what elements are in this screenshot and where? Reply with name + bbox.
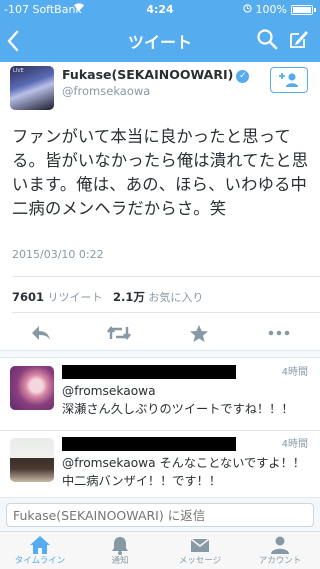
tab-timeline[interactable]: タイムライン bbox=[0, 532, 80, 569]
status-right: 100% bbox=[242, 3, 316, 16]
bell-icon bbox=[112, 537, 128, 555]
avatar[interactable] bbox=[10, 366, 54, 410]
alarm-icon bbox=[242, 3, 252, 16]
reply-text: @fromsekaowa 深瀬さん久しぶりのツイートですね！！！ bbox=[62, 384, 294, 416]
tab-messages[interactable]: メッセージ bbox=[160, 532, 240, 569]
tab-label: アカウント bbox=[258, 556, 302, 566]
person-icon bbox=[271, 536, 289, 554]
nav-bar: ツイート bbox=[0, 20, 320, 62]
list-item[interactable]: 4時間 @fromsekaowa 深瀬さん久しぶりのツイートですね！！！ bbox=[0, 360, 320, 430]
search-icon[interactable] bbox=[256, 28, 280, 52]
retweet-count: 7601 bbox=[12, 290, 45, 304]
divider bbox=[12, 312, 320, 313]
tab-label: 通知 bbox=[111, 556, 129, 566]
retweet-label: リツイート bbox=[47, 291, 103, 304]
verified-icon: ✓ bbox=[236, 70, 250, 83]
author-handle: @fromsekaowa bbox=[62, 84, 151, 98]
reply-bar bbox=[0, 497, 320, 531]
retweet-icon[interactable] bbox=[106, 324, 132, 348]
home-icon bbox=[30, 536, 50, 554]
favorite-count: 2.1万 bbox=[113, 290, 145, 304]
more-icon[interactable] bbox=[266, 324, 292, 348]
favorite-label: お気に入り bbox=[148, 291, 204, 304]
avatar[interactable]: LIVE bbox=[10, 66, 54, 110]
redacted-name bbox=[62, 437, 236, 451]
follow-button[interactable] bbox=[270, 67, 308, 93]
tab-notifications[interactable]: 通知 bbox=[80, 532, 160, 569]
reply-text: @fromsekaowa そんなことないですよ！！ 中二病バンザイ！！です！！ bbox=[62, 456, 305, 488]
list-item[interactable]: 4時間 @fromsekaowa そんなことないですよ！！ 中二病バンザイ！！で… bbox=[0, 432, 320, 502]
reply-time: 4時間 bbox=[281, 439, 308, 450]
tweet-actions bbox=[0, 318, 320, 354]
star-icon[interactable] bbox=[186, 324, 212, 348]
battery-icon bbox=[291, 4, 313, 15]
tweet-author[interactable]: LIVE Fukase(SEKAINOOWARI) ✓ @fromsekaowa bbox=[0, 62, 320, 118]
author-name-text: Fukase(SEKAINOOWARI) bbox=[62, 67, 234, 82]
battery-label: 100% bbox=[255, 3, 287, 16]
tab-bar: タイムライン 通知 メッセージ アカウント bbox=[0, 531, 320, 569]
tab-account[interactable]: アカウント bbox=[240, 532, 320, 569]
divider bbox=[0, 430, 320, 431]
envelope-icon bbox=[190, 538, 210, 552]
tweet-text: ファンがいて本当に良かったと思ってる。皆がいなかったら俺は潰れてたと思います。俺… bbox=[12, 127, 309, 218]
tab-label: タイムライン bbox=[14, 556, 66, 566]
section-separator bbox=[0, 350, 320, 358]
reply-icon[interactable] bbox=[28, 324, 54, 348]
compose-icon[interactable] bbox=[288, 28, 312, 52]
divider bbox=[12, 276, 320, 277]
top-bar: -107 SoftBank 4:24 100% ツイート bbox=[0, 0, 320, 62]
tweet-date: 2015/03/10 0:22 bbox=[12, 248, 104, 261]
tweet-counts[interactable]: 7601 リツイート 2.1万 お気に入り bbox=[12, 289, 203, 305]
author-name[interactable]: Fukase(SEKAINOOWARI) ✓ bbox=[62, 67, 250, 83]
battery-tip bbox=[314, 7, 316, 12]
reply-time: 4時間 bbox=[281, 367, 308, 378]
tab-label: メッセージ bbox=[178, 556, 222, 566]
redacted-name bbox=[62, 365, 236, 379]
add-user-icon bbox=[279, 73, 298, 87]
reply-input[interactable] bbox=[6, 503, 314, 527]
avatar[interactable] bbox=[10, 438, 54, 482]
avatar-caption: LIVE bbox=[13, 68, 24, 74]
status-bar: -107 SoftBank 4:24 100% bbox=[0, 0, 320, 20]
